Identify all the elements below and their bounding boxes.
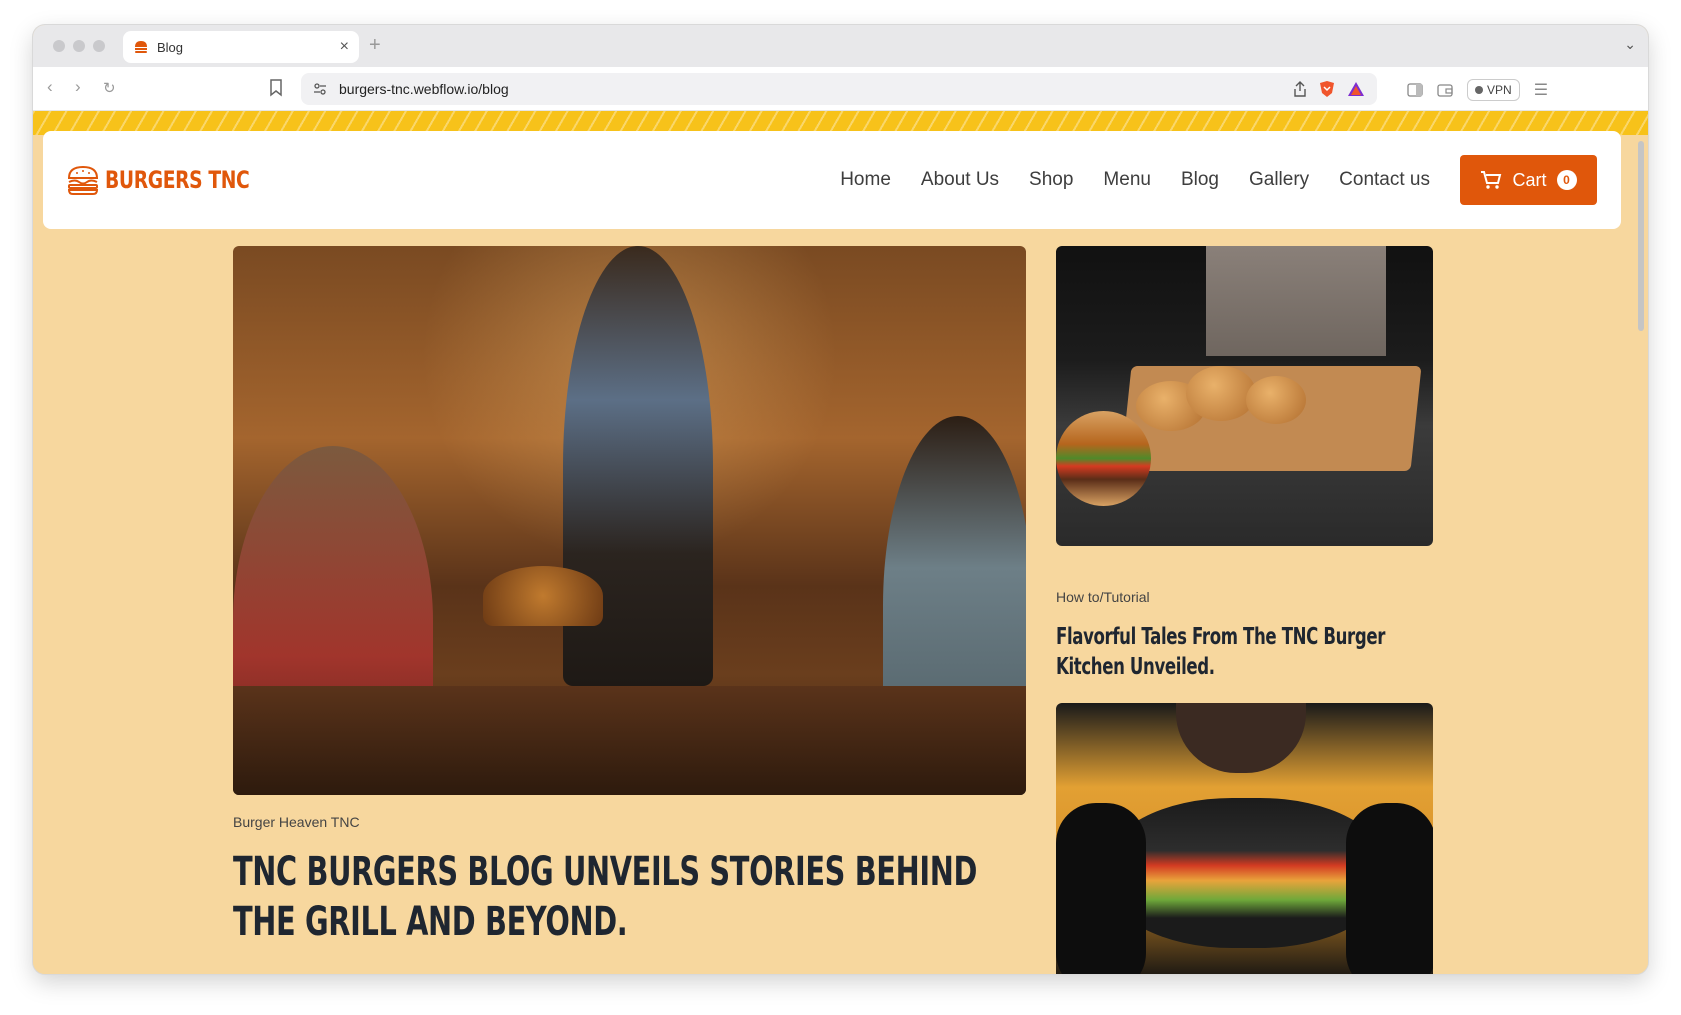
bun-3 (1246, 376, 1306, 424)
cart-button[interactable]: Cart 0 (1460, 155, 1597, 205)
tab-title: Blog (157, 39, 184, 55)
featured-post-title[interactable]: TNC Burgers Blog Unveils Stories Behind … (233, 847, 989, 947)
forward-icon[interactable]: › (75, 77, 81, 97)
bookmark-icon[interactable] (269, 79, 283, 97)
burger-stack (1056, 411, 1151, 506)
tab-list-chevron-icon[interactable]: ⌄ (1624, 36, 1636, 53)
cart-count-badge: 0 (1556, 170, 1577, 190)
table-surface (233, 686, 1026, 795)
vpn-label: VPN (1487, 83, 1512, 97)
address-bar[interactable]: burgers-tnc.webflow.io/blog (301, 73, 1377, 105)
black-bun-burger (1106, 798, 1386, 948)
browser-tab[interactable]: Blog × (123, 31, 359, 63)
featured-post-category[interactable]: Burger Heaven TNC (233, 814, 360, 830)
minimize-window-button[interactable] (73, 40, 85, 52)
bun-2 (1186, 366, 1256, 421)
new-tab-icon[interactable]: + (369, 34, 381, 57)
vpn-button[interactable]: VPN (1467, 79, 1520, 101)
site-logo[interactable]: BURGERS TNC (67, 165, 290, 195)
zoom-window-button[interactable] (93, 40, 105, 52)
side-post-1-category[interactable]: How to/Tutorial (1056, 589, 1150, 605)
brave-shield-icon[interactable] (1319, 80, 1335, 98)
side-post-2-image[interactable] (1056, 703, 1433, 974)
nav-contact-us[interactable]: Contact us (1339, 169, 1430, 191)
beard (1176, 703, 1306, 773)
gloved-hand-left (1056, 803, 1146, 974)
main-nav: Home About Us Shop Menu Blog Gallery Con… (840, 169, 1430, 191)
wallet-icon[interactable] (1437, 83, 1453, 97)
burger-plate (483, 566, 603, 626)
close-tab-icon[interactable]: × (340, 38, 349, 56)
logo-text: BURGERS TNC (105, 166, 250, 194)
chef-apron (1206, 246, 1386, 356)
nav-about-us[interactable]: About Us (921, 169, 999, 191)
nav-home[interactable]: Home (840, 169, 891, 191)
nav-gallery[interactable]: Gallery (1249, 169, 1309, 191)
back-icon[interactable]: ‹ (47, 77, 53, 97)
menu-icon[interactable]: ☰ (1534, 80, 1548, 100)
site-navbar: BURGERS TNC Home About Us Shop Menu Blog… (43, 131, 1621, 229)
browser-toolbar: ‹ › ↻ burgers-tnc.webflow.io/blog VPN ☰ (33, 67, 1648, 111)
browser-window: Blog × + ⌄ ‹ › ↻ burgers-tnc.webflow.io/… (33, 25, 1648, 974)
brave-rewards-icon[interactable] (1347, 81, 1365, 97)
vpn-status-icon (1475, 86, 1483, 94)
tab-bar: Blog × + ⌄ (33, 25, 1648, 67)
sidebar-toggle-icon[interactable] (1407, 83, 1423, 97)
close-window-button[interactable] (53, 40, 65, 52)
burger-favicon-icon (135, 41, 147, 53)
reload-icon[interactable]: ↻ (103, 79, 116, 97)
scrollbar[interactable] (1638, 141, 1644, 331)
burger-logo-icon (67, 165, 99, 195)
gloved-hand-right (1346, 803, 1433, 974)
nav-shop[interactable]: Shop (1029, 169, 1073, 191)
nav-menu[interactable]: Menu (1103, 169, 1151, 191)
featured-post-image[interactable] (233, 246, 1026, 795)
share-icon[interactable] (1293, 81, 1307, 97)
nav-blog[interactable]: Blog (1181, 169, 1219, 191)
site-info-icon[interactable] (313, 82, 327, 96)
cart-label: Cart (1512, 169, 1547, 190)
url-text: burgers-tnc.webflow.io/blog (339, 81, 509, 97)
side-post-1-image[interactable] (1056, 246, 1433, 546)
page-viewport: BURGERS TNC Home About Us Shop Menu Blog… (33, 111, 1648, 974)
cart-icon (1481, 171, 1502, 189)
side-post-1-title[interactable]: Flavorful Tales From The TNC Burger Kitc… (1056, 622, 1416, 682)
